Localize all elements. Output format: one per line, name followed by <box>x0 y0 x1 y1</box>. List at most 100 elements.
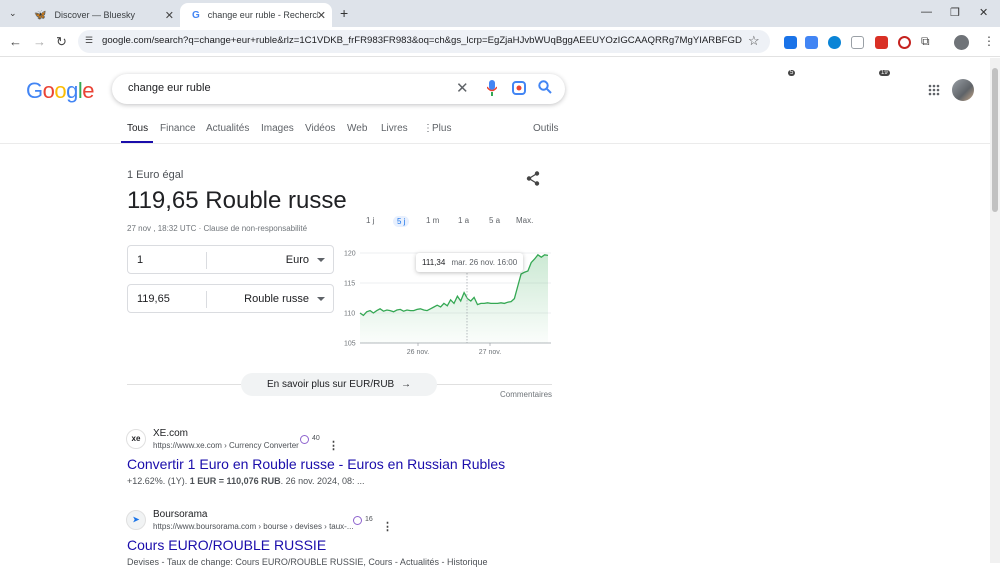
search-input[interactable]: change eur ruble <box>128 82 211 94</box>
rate-timestamp: 27 nov , 18:32 UTC · Clause de non-respo… <box>127 224 308 233</box>
to-amount[interactable]: 119,65 <box>137 293 170 305</box>
from-currency-input[interactable]: 1 Euro <box>127 245 334 274</box>
reload-icon[interactable]: ↻ <box>56 34 67 50</box>
tab-finance[interactable]: Finance <box>160 123 196 134</box>
tab-tous[interactable]: Tous <box>127 123 148 134</box>
result-snippet: Devises - Taux de change: Cours EURO/ROU… <box>127 557 488 567</box>
tab-videos[interactable]: Vidéos <box>305 123 335 134</box>
divider <box>206 291 207 308</box>
tooltip-value: 111,34 <box>422 258 446 267</box>
tab-google-search[interactable]: G change eur ruble - Recherche G ✕ <box>180 3 332 27</box>
extension-1-badge: 5 <box>788 70 796 76</box>
scrollbar-thumb[interactable] <box>992 68 998 212</box>
minimize-icon[interactable]: — <box>921 6 932 18</box>
chart-tooltip: 111,34 mar. 26 nov. 16:00 <box>416 253 524 272</box>
tab-livres[interactable]: Livres <box>381 123 408 134</box>
range-1y[interactable]: 1 a <box>458 216 469 225</box>
close-icon[interactable]: ✕ <box>165 9 174 22</box>
tab-actualites[interactable]: Actualités <box>206 123 249 134</box>
chevron-down-icon[interactable] <box>317 297 325 301</box>
search-tabs: Tous Finance Actualités Images Vidéos We… <box>0 118 990 144</box>
range-5d[interactable]: 5 j <box>393 216 410 227</box>
close-window-icon[interactable]: ✕ <box>979 6 988 19</box>
learn-more-button[interactable]: En savoir plus sur EUR/RUB → <box>241 373 437 396</box>
result-url[interactable]: https://www.xe.com › Currency Converter <box>153 441 299 450</box>
butterfly-icon: 🦋 <box>34 9 47 21</box>
back-icon[interactable]: ← <box>9 34 22 49</box>
google-g-icon: G <box>192 9 200 21</box>
address-bar[interactable]: ☰ google.com/search?q=change+eur+ruble&r… <box>78 30 770 53</box>
divider <box>206 252 207 269</box>
close-icon[interactable]: ✕ <box>317 9 326 22</box>
tab-search-icon[interactable]: ⌄ <box>9 8 17 19</box>
converter-equals-label: 1 Euro égal <box>127 169 184 181</box>
range-1d[interactable]: 1 j <box>366 216 374 225</box>
maximize-icon[interactable]: ❐ <box>950 6 960 19</box>
result-title-link[interactable]: Convertir 1 Euro en Rouble russe - Euros… <box>127 456 505 472</box>
tab-web[interactable]: Web <box>347 123 367 134</box>
xe-favicon-icon: xe <box>126 429 146 449</box>
voice-search-icon[interactable] <box>486 80 498 101</box>
chart-y-tick-label: 105 <box>344 341 356 348</box>
arrow-right-icon: → <box>401 379 412 390</box>
chart-y-tick-label: 110 <box>344 311 355 318</box>
to-currency-select[interactable]: Rouble russe <box>244 293 309 305</box>
tab-title: change eur ruble - Recherche G <box>207 10 318 20</box>
menu-icon[interactable]: ⋮ <box>983 34 995 48</box>
puzzle-icon[interactable]: ⧉ <box>921 34 930 49</box>
new-tab-button[interactable]: + <box>340 5 348 21</box>
forward-icon[interactable]: → <box>33 34 46 49</box>
shield-icon[interactable] <box>851 36 864 49</box>
lens-icon[interactable] <box>512 81 526 100</box>
chart-y-tick-label: 115 <box>344 281 355 288</box>
extension-1-icon[interactable] <box>784 36 797 49</box>
chart-x-tick-label: 26 nov. <box>407 349 429 356</box>
clear-icon[interactable]: ✕ <box>456 79 469 97</box>
ring-icon <box>353 516 362 525</box>
exchange-rate-value: 119,65 Rouble russe <box>127 187 347 214</box>
chevron-down-icon[interactable] <box>317 258 325 262</box>
google-logo[interactable]: Google <box>26 78 95 104</box>
browser-toolbar: ← → ↻ ☰ google.com/search?q=change+eur+r… <box>0 27 1000 76</box>
site-info-icon[interactable]: ☰ <box>85 35 93 46</box>
record-icon[interactable] <box>898 36 911 49</box>
tab-images[interactable]: Images <box>261 123 294 134</box>
url-text: google.com/search?q=change+eur+ruble&rlz… <box>102 35 742 46</box>
ring-icon <box>300 435 309 444</box>
skype-icon[interactable] <box>828 36 841 49</box>
result-title-link[interactable]: Cours EURO/ROUBLE RUSSIE <box>127 537 326 553</box>
from-currency-select[interactable]: Euro <box>286 254 309 266</box>
tooltip-date: mar. 26 nov. 16:00 <box>451 258 518 267</box>
tab-plus[interactable]: Plus <box>432 123 451 134</box>
chart-x-tick-label: 27 nov. <box>479 349 501 356</box>
profile-avatar[interactable] <box>954 35 969 50</box>
range-max[interactable]: Max. <box>516 216 533 225</box>
share-icon[interactable] <box>526 171 540 191</box>
result-menu-icon[interactable]: ⋮ <box>328 439 339 452</box>
adblock-badge: 19 <box>879 70 890 76</box>
google-apps-icon[interactable] <box>928 83 940 96</box>
result-menu-icon[interactable]: ⋮ <box>382 520 393 533</box>
to-currency-input[interactable]: 119,65 Rouble russe <box>127 284 334 313</box>
result-snippet: +12.62%. (1Y). 1 EUR = 110,076 RUB. 26 n… <box>127 476 365 486</box>
search-box[interactable]: change eur ruble ✕ <box>112 74 565 104</box>
browser-tab-bar: ⌄ 🦋 Discover — Bluesky ✕ G change eur ru… <box>0 0 1000 27</box>
range-5y[interactable]: 5 a <box>489 216 500 225</box>
range-1m[interactable]: 1 m <box>426 216 439 225</box>
feedback-link[interactable]: Commentaires <box>500 390 552 399</box>
result-site-name[interactable]: Boursorama <box>153 509 207 520</box>
translate-icon[interactable] <box>805 36 818 49</box>
from-amount[interactable]: 1 <box>137 254 143 266</box>
ring-count: 16 <box>365 516 373 523</box>
result-site-name[interactable]: XE.com <box>153 428 188 439</box>
result-url[interactable]: https://www.boursorama.com › bourse › de… <box>153 522 354 531</box>
account-avatar[interactable] <box>952 79 974 101</box>
active-tab-indicator <box>121 141 153 143</box>
adblock-icon[interactable] <box>875 36 888 49</box>
tools-button[interactable]: Outils <box>533 123 559 134</box>
search-icon[interactable] <box>538 80 552 99</box>
tab-title: Discover — Bluesky <box>54 10 135 20</box>
tab-bluesky[interactable]: 🦋 Discover — Bluesky ✕ <box>22 3 180 27</box>
ring-count: 40 <box>312 435 320 442</box>
bookmark-star-icon[interactable]: ☆ <box>748 33 760 49</box>
